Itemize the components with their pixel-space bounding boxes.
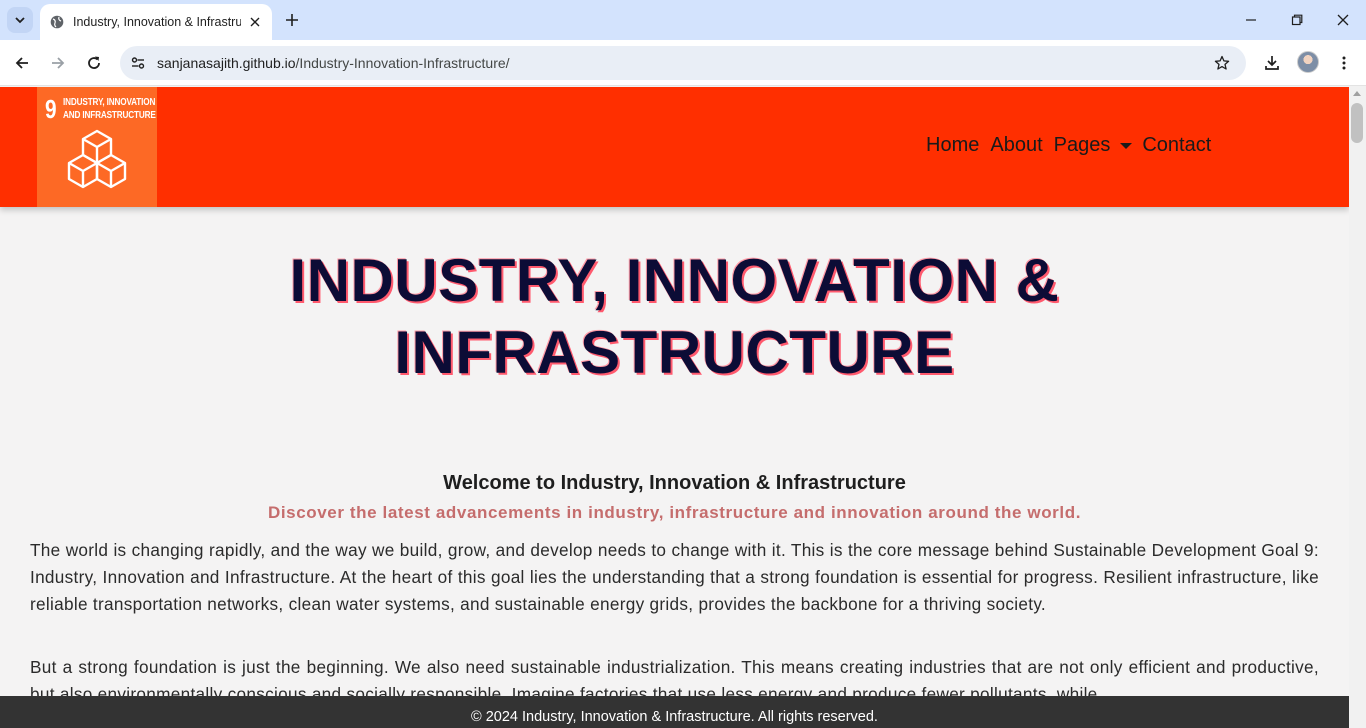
page-scrollbar[interactable] [1349, 87, 1366, 728]
arrow-right-icon [52, 57, 65, 69]
hero-title-line-2: INFRASTRUCTURE [394, 319, 955, 386]
caret-down-icon [1120, 142, 1133, 149]
logo-text: INDUSTRY, INNOVATION AND INFRASTRUCTURE [63, 96, 156, 122]
main-nav: Home About Pages Contact [926, 134, 1222, 157]
restore-button[interactable] [1287, 10, 1307, 30]
plus-icon [286, 14, 298, 26]
globe-icon [50, 15, 64, 29]
chevron-down-icon [15, 17, 25, 24]
download-icon [1265, 56, 1279, 70]
minimize-button[interactable] [1241, 10, 1261, 30]
url-host: sanjanasajith.github.io [157, 55, 296, 71]
browser-tab-bar: Industry, Innovation & Infrastructure [0, 0, 1366, 40]
site-header: 9 INDUSTRY, INNOVATION AND INFRASTRUCTUR… [0, 87, 1349, 207]
site-footer: © 2024 Industry, Innovation & Infrastruc… [0, 696, 1349, 728]
downloads-button[interactable] [1261, 52, 1283, 74]
hero-title: INDUSTRY, INNOVATION & INFRASTRUCTURE [0, 245, 1349, 389]
url-path: /Industry-Innovation-Infrastructure/ [295, 55, 510, 71]
kebab-menu-icon [1342, 56, 1346, 70]
scrollbar-thumb[interactable] [1351, 103, 1363, 143]
profile-avatar[interactable] [1297, 51, 1319, 73]
minimize-icon [1246, 19, 1256, 21]
logo-line-1: INDUSTRY, INNOVATION [63, 97, 156, 108]
close-tab-icon[interactable] [246, 13, 264, 31]
footer-copyright: © 2024 Industry, Innovation & Infrastruc… [471, 709, 878, 725]
hero-title-line-1: INDUSTRY, INNOVATION & [289, 247, 1060, 314]
tab-title: Industry, Innovation & Infrastructure [73, 15, 241, 29]
close-icon [1337, 14, 1349, 26]
logo-line-2: AND INFRASTRUCTURE [63, 110, 156, 121]
nav-pages-label: Pages [1053, 134, 1111, 156]
back-button[interactable] [11, 52, 33, 74]
close-window-button[interactable] [1333, 10, 1353, 30]
restore-icon [1291, 14, 1303, 26]
stacked-cubes-icon [67, 129, 127, 189]
new-tab-button[interactable] [282, 10, 302, 30]
nav-pages-dropdown[interactable]: Pages [1054, 134, 1133, 157]
bookmark-star-icon[interactable] [1212, 53, 1232, 73]
intro-paragraph-1: The world is changing rapidly, and the w… [30, 540, 1319, 614]
logo-number: 9 [45, 94, 57, 124]
browser-menu-button[interactable] [1333, 52, 1355, 74]
reload-button[interactable] [83, 52, 105, 74]
url-text: sanjanasajith.github.io/Industry-Innovat… [157, 55, 510, 71]
scroll-up-arrow-icon[interactable] [1353, 91, 1361, 96]
site-info-icon[interactable] [128, 53, 148, 73]
browser-toolbar: sanjanasajith.github.io/Industry-Innovat… [0, 40, 1366, 86]
nav-contact-link[interactable]: Contact [1142, 134, 1211, 157]
tab-search-button[interactable] [7, 7, 33, 33]
welcome-heading: Welcome to Industry, Innovation & Infras… [443, 472, 906, 494]
discover-subheading: Discover the latest advancements in indu… [267, 503, 1082, 522]
nav-home-link[interactable]: Home [926, 134, 979, 157]
browser-tab[interactable]: Industry, Innovation & Infrastructure [40, 4, 272, 40]
sdg9-logo[interactable]: 9 INDUSTRY, INNOVATION AND INFRASTRUCTUR… [37, 87, 157, 207]
arrow-left-icon [15, 57, 28, 69]
address-bar[interactable]: sanjanasajith.github.io/Industry-Innovat… [120, 46, 1246, 80]
forward-button[interactable] [47, 52, 69, 74]
nav-about-link[interactable]: About [990, 134, 1042, 157]
page-viewport: 9 INDUSTRY, INNOVATION AND INFRASTRUCTUR… [0, 87, 1349, 728]
reload-icon [88, 56, 100, 69]
